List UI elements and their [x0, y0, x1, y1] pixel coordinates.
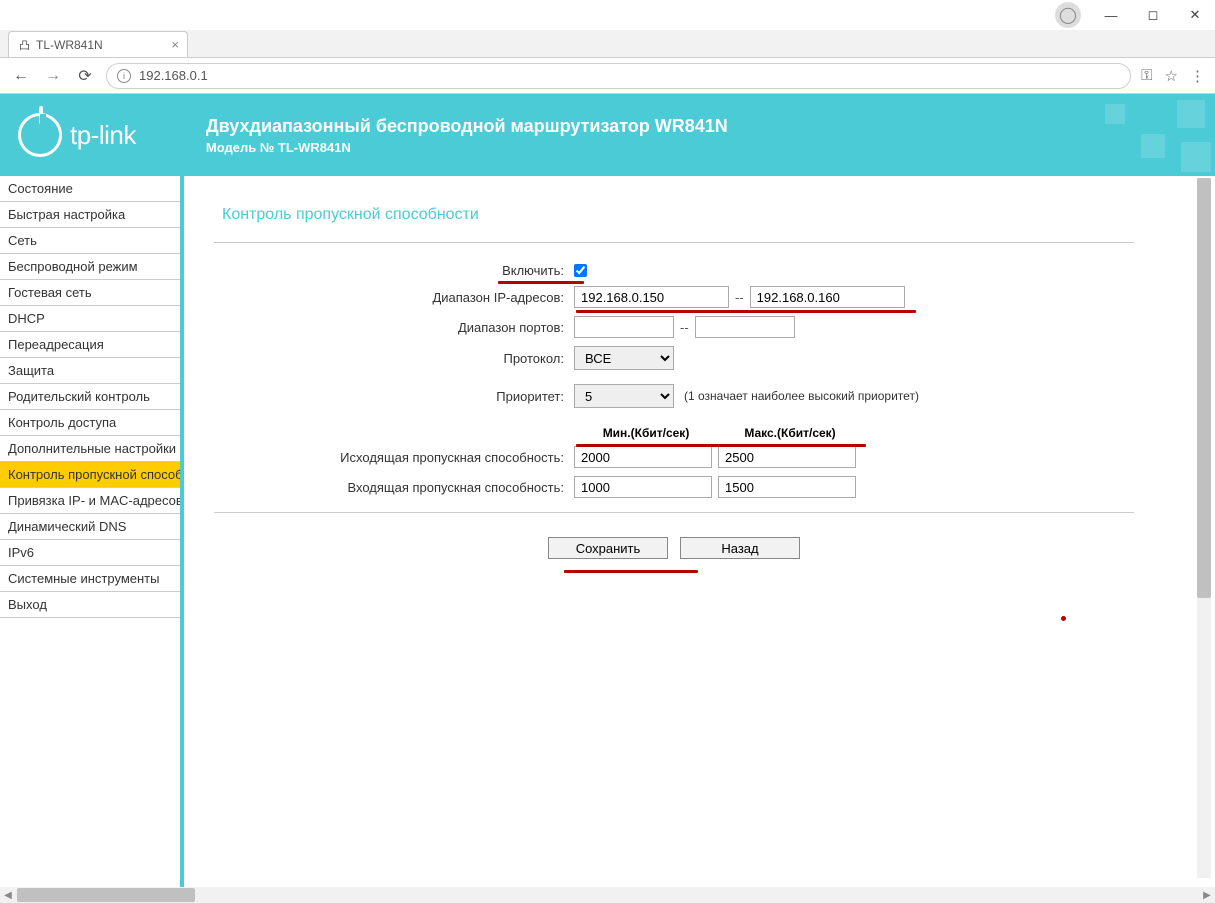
ip-to-input[interactable] [750, 286, 905, 308]
minimize-button[interactable]: — [1099, 3, 1123, 27]
port-to-input[interactable] [695, 316, 795, 338]
vertical-scrollbar[interactable] [1197, 178, 1211, 878]
annotation-redline [564, 570, 698, 573]
sidebar-item-wireless[interactable]: Беспроводной режим [0, 254, 180, 280]
label-priority: Приоритет: [214, 389, 574, 404]
url-text: 192.168.0.1 [139, 68, 208, 83]
label-egress: Исходящая пропускная способность: [214, 450, 574, 465]
label-enable: Включить: [214, 263, 574, 278]
ingress-max-input[interactable] [718, 476, 856, 498]
sidebar-item-quicksetup[interactable]: Быстрая настройка [0, 202, 180, 228]
page-title: Контроль пропускной способности [222, 206, 1134, 224]
header-decoration [1015, 94, 1215, 176]
scroll-right-arrow-icon[interactable]: ▶ [1199, 887, 1215, 903]
back-button[interactable]: Назад [680, 537, 800, 559]
sidebar-item-ipv6[interactable]: IPv6 [0, 540, 180, 566]
sidebar-item-status[interactable]: Состояние [0, 176, 180, 202]
sidebar-item-parental[interactable]: Родительский контроль [0, 384, 180, 410]
router-title: Двухдиапазонный беспроводной маршрутизат… [206, 116, 728, 137]
browser-toolbar: ← → ⟳ i 192.168.0.1 ⚿ ☆ ⋮ [0, 58, 1215, 94]
header-titles: Двухдиапазонный беспроводной маршрутизат… [206, 116, 728, 155]
sidebar-item-dhcp[interactable]: DHCP [0, 306, 180, 332]
main-content: Контроль пропускной способности Включить… [180, 176, 1215, 887]
sidebar-item-security[interactable]: Защита [0, 358, 180, 384]
site-info-icon[interactable]: i [117, 69, 131, 83]
sidebar-item-forwarding[interactable]: Переадресация [0, 332, 180, 358]
bookmark-star-icon[interactable]: ☆ [1165, 67, 1178, 85]
annotation-redline [576, 444, 866, 447]
dash-separator: -- [680, 320, 689, 335]
scroll-left-arrow-icon[interactable]: ◀ [0, 887, 16, 903]
sidebar-item-system[interactable]: Системные инструменты [0, 566, 180, 592]
back-button[interactable]: ← [10, 67, 32, 85]
sidebar-item-routing[interactable]: Дополнительные настройки маршрутизации [0, 436, 180, 462]
horizontal-scrollbar[interactable]: ◀ ▶ [0, 887, 1215, 903]
tplink-logo-icon [18, 113, 62, 157]
separator [214, 512, 1134, 513]
col-header-max: Макс.(Кбит/сек) [718, 426, 862, 440]
window-titlebar: ◯ — ◻ ✕ [0, 0, 1215, 30]
label-ingress: Входящая пропускная способность: [214, 480, 574, 495]
separator [214, 242, 1134, 243]
tab-favicon-icon: 凸 [19, 37, 30, 53]
ingress-min-input[interactable] [574, 476, 712, 498]
forward-button: → [42, 67, 64, 85]
tab-close-icon[interactable]: × [171, 37, 179, 52]
sidebar-item-access[interactable]: Контроль доступа [0, 410, 180, 436]
col-header-min: Мин.(Кбит/сек) [574, 426, 718, 440]
key-icon[interactable]: ⚿ [1141, 67, 1152, 85]
app-header: tp-link Двухдиапазонный беспроводной мар… [0, 94, 1215, 176]
label-port-range: Диапазон портов: [214, 320, 574, 335]
annotation-redline [498, 281, 584, 284]
brand-logo: tp-link [18, 113, 136, 157]
sidebar-item-guest[interactable]: Гостевая сеть [0, 280, 180, 306]
protocol-select[interactable]: ВСЕ [574, 346, 674, 370]
save-button[interactable]: Сохранить [548, 537, 668, 559]
tab-title: TL-WR841N [36, 38, 103, 52]
label-protocol: Протокол: [214, 351, 574, 366]
browser-tabbar: 凸 TL-WR841N × [0, 30, 1215, 58]
sidebar-item-network[interactable]: Сеть [0, 228, 180, 254]
menu-dots-icon[interactable]: ⋮ [1190, 67, 1205, 85]
priority-hint: (1 означает наиболее высокий приоритет) [684, 389, 919, 403]
brand-name: tp-link [70, 120, 136, 151]
sidebar-nav: Состояние Быстрая настройка Сеть Беспров… [0, 176, 180, 887]
user-profile-icon[interactable]: ◯ [1055, 2, 1081, 28]
egress-max-input[interactable] [718, 446, 856, 468]
port-from-input[interactable] [574, 316, 674, 338]
dash-separator: -- [735, 290, 744, 305]
browser-tab[interactable]: 凸 TL-WR841N × [8, 31, 188, 57]
scrollbar-thumb[interactable] [1197, 178, 1211, 598]
annotation-dot [1061, 616, 1066, 621]
sidebar-item-bandwidth[interactable]: Контроль пропускной способности [0, 462, 180, 488]
scrollbar-thumb[interactable] [17, 888, 195, 902]
sidebar-item-ddns[interactable]: Динамический DNS [0, 514, 180, 540]
priority-select[interactable]: 5 [574, 384, 674, 408]
close-window-button[interactable]: ✕ [1183, 3, 1207, 27]
label-ip-range: Диапазон IP-адресов: [214, 290, 574, 305]
router-model: Модель № TL-WR841N [206, 140, 728, 155]
address-bar[interactable]: i 192.168.0.1 [106, 63, 1131, 89]
reload-button[interactable]: ⟳ [74, 66, 96, 86]
egress-min-input[interactable] [574, 446, 712, 468]
sidebar-item-logout[interactable]: Выход [0, 592, 180, 618]
ip-from-input[interactable] [574, 286, 729, 308]
maximize-button[interactable]: ◻ [1141, 3, 1165, 27]
sidebar-item-ipmac[interactable]: Привязка IP- и MAC-адресов [0, 488, 180, 514]
annotation-redline [576, 310, 916, 313]
enable-checkbox[interactable] [574, 264, 587, 277]
